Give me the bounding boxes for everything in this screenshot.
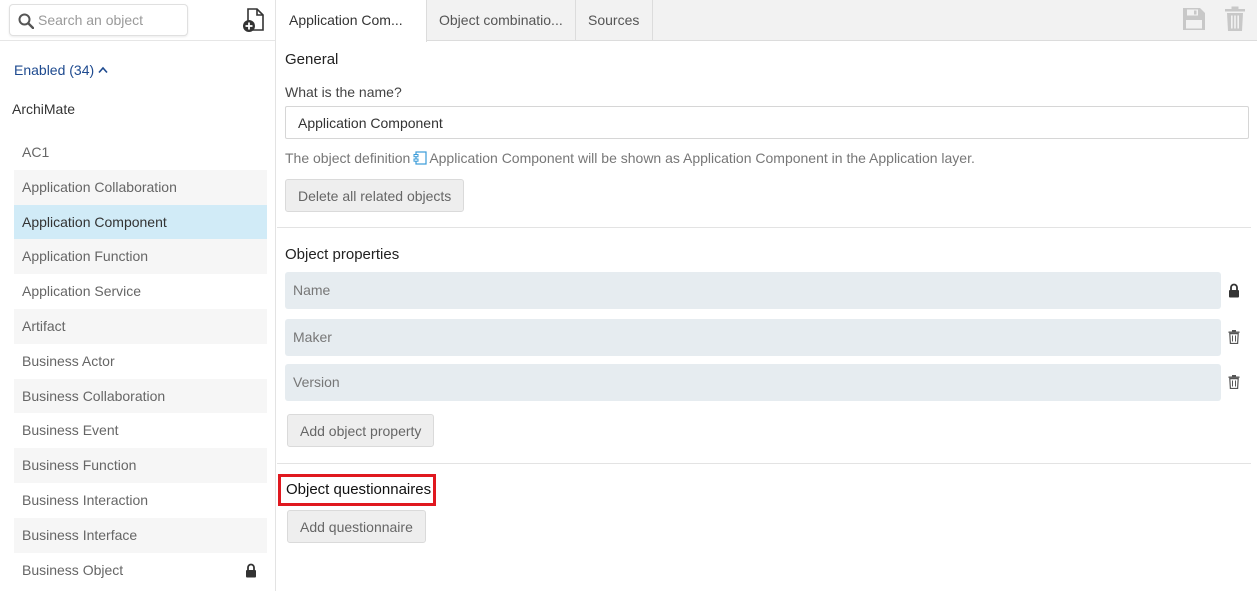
- application-component-icon: [413, 151, 427, 165]
- tab-application-component[interactable]: Application Com...: [277, 0, 427, 42]
- list-item[interactable]: Artifact: [14, 308, 267, 344]
- main-panel: Application Com... Object combinatio... …: [277, 0, 1257, 591]
- delete-related-objects-button[interactable]: Delete all related objects: [285, 179, 465, 212]
- new-object-button[interactable]: [240, 6, 268, 34]
- group-title: ArchiMate: [12, 101, 76, 117]
- list-item[interactable]: Business Event: [14, 413, 267, 448]
- tab-object-combinations[interactable]: Object combinatio...: [427, 0, 576, 41]
- list-item-label: Business Object: [22, 561, 124, 578]
- section-divider: [277, 227, 1251, 228]
- list-item[interactable]: AC1: [14, 135, 267, 170]
- object-properties-title: Object properties: [285, 246, 400, 263]
- list-item-label: Business Interaction: [22, 491, 149, 508]
- tab-sources[interactable]: Sources: [576, 0, 653, 41]
- list-item-label: Artifact: [22, 317, 66, 334]
- list-item[interactable]: Business Collaboration: [14, 378, 267, 414]
- list-item-label: Application Service: [22, 283, 142, 300]
- search-icon: [18, 13, 34, 29]
- trash-icon: [1225, 6, 1245, 31]
- list-item[interactable]: Application Function: [14, 239, 267, 275]
- object-sidebar: Enabled (34) ArchiMate AC1 Application C…: [0, 0, 276, 591]
- trash-icon[interactable]: [1227, 329, 1241, 345]
- list-item-label: Application Function: [22, 248, 149, 265]
- definition-suffix: Application Component will be shown as A…: [429, 150, 975, 166]
- enabled-toggle[interactable]: Enabled (34): [14, 62, 108, 78]
- save-icon: [1183, 8, 1205, 30]
- object-list: AC1 Application Collaboration Applicatio…: [14, 135, 267, 587]
- save-button[interactable]: [1180, 5, 1208, 33]
- new-file-icon: [243, 8, 264, 32]
- lock-icon: [1227, 282, 1241, 298]
- list-item[interactable]: Application Collaboration: [14, 169, 267, 205]
- delete-button[interactable]: [1221, 5, 1249, 33]
- list-item-label: Application Collaboration: [22, 178, 177, 195]
- list-item[interactable]: Business Object: [14, 553, 267, 588]
- search-input[interactable]: [38, 5, 186, 35]
- search-bar[interactable]: [9, 4, 188, 36]
- sidebar-divider: [0, 40, 275, 41]
- list-item-label: AC1: [22, 144, 50, 160]
- chevron-up-icon: [98, 66, 108, 74]
- list-item[interactable]: Business Interface: [14, 517, 267, 553]
- list-item[interactable]: Application Service: [14, 274, 267, 309]
- list-item[interactable]: Business Actor: [14, 344, 267, 379]
- definition-text: The object definition Application Compon…: [285, 150, 975, 166]
- definition-prefix: The object definition: [285, 150, 411, 166]
- property-row-name[interactable]: Name: [285, 272, 1221, 309]
- trash-icon[interactable]: [1227, 374, 1241, 390]
- list-item[interactable]: Business Function: [14, 448, 267, 483]
- object-questionnaires-title: Object questionnaires: [286, 481, 432, 498]
- list-item-selected[interactable]: Application Component: [14, 204, 267, 240]
- property-row-version[interactable]: Version: [285, 364, 1221, 401]
- general-title: General: [285, 51, 339, 68]
- lock-icon: [246, 563, 256, 578]
- list-item-label: Business Actor: [22, 352, 115, 369]
- section-divider: [277, 463, 1251, 464]
- enabled-label: Enabled (34): [14, 62, 95, 78]
- list-item-label: Business Interface: [22, 526, 138, 543]
- list-item-label: Business Function: [22, 457, 137, 474]
- add-object-property-button[interactable]: Add object property: [287, 414, 435, 447]
- name-question-label: What is the name?: [285, 84, 402, 100]
- add-questionnaire-button[interactable]: Add questionnaire: [287, 510, 426, 543]
- property-row-maker[interactable]: Maker: [285, 319, 1221, 356]
- list-item-label: Application Component: [22, 213, 167, 230]
- tab-bar: Application Com... Object combinatio... …: [277, 0, 1257, 42]
- list-item[interactable]: Business Interaction: [14, 483, 267, 518]
- list-item-label: Business Collaboration: [22, 387, 166, 404]
- name-input[interactable]: [285, 106, 1249, 139]
- list-item-label: Business Event: [22, 422, 119, 439]
